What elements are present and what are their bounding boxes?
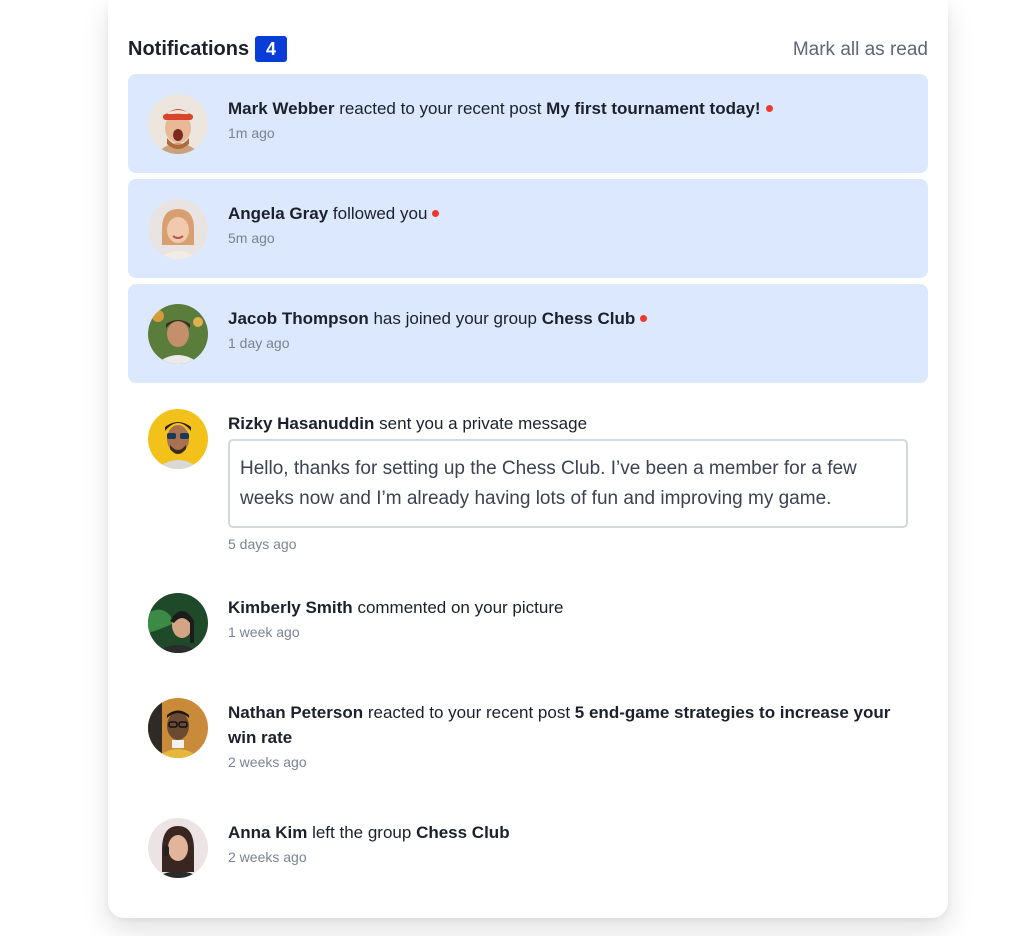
user-name[interactable]: Rizky Hasanuddin <box>228 414 374 433</box>
group-link[interactable]: Chess Club <box>416 823 510 842</box>
avatar <box>148 593 208 653</box>
avatar <box>148 409 208 469</box>
notification-item[interactable]: Jacob Thompson has joined your group Che… <box>128 284 928 383</box>
user-name[interactable]: Angela Gray <box>228 204 328 223</box>
notification-time: 2 weeks ago <box>228 754 307 770</box>
notification-action: sent you a private message <box>379 414 588 433</box>
notification-action: has joined your group <box>373 309 537 328</box>
notification-text: Rizky Hasanuddin sent you a private mess… <box>228 411 908 436</box>
avatar <box>148 818 208 878</box>
notification-text: Angela Gray followed you <box>228 201 908 226</box>
notification-text: Anna Kim left the group Chess Club <box>228 820 908 845</box>
user-name[interactable]: Jacob Thompson <box>228 309 369 328</box>
notification-text: Nathan Peterson reacted to your recent p… <box>228 700 908 750</box>
notification-action: reacted to your recent post <box>367 703 571 722</box>
notification-action: followed you <box>332 204 428 223</box>
notification-time: 1m ago <box>228 125 275 141</box>
notification-text: Kimberly Smith commented on your picture <box>228 595 908 620</box>
unread-count-badge: 4 <box>255 36 287 62</box>
avatar <box>148 304 208 364</box>
user-name[interactable]: Anna Kim <box>228 823 307 842</box>
notification-text: Jacob Thompson has joined your group Che… <box>228 306 908 331</box>
notification-item[interactable]: Kimberly Smith commented on your picture… <box>128 573 928 672</box>
notification-item[interactable]: Mark Webber reacted to your recent post … <box>128 74 928 173</box>
notification-time: 5m ago <box>228 230 275 246</box>
user-name[interactable]: Mark Webber <box>228 99 334 118</box>
avatar <box>148 199 208 259</box>
user-name[interactable]: Kimberly Smith <box>228 598 353 617</box>
post-link[interactable]: My first tournament today! <box>546 99 760 118</box>
notifications-header: Notifications 4 Mark all as read <box>128 36 928 64</box>
avatar <box>148 94 208 154</box>
notification-action: reacted to your recent post <box>339 99 542 118</box>
unread-dot-icon <box>640 315 648 323</box>
notification-item[interactable]: Rizky Hasanuddin sent you a private mess… <box>128 389 928 559</box>
notification-time: 1 day ago <box>228 335 290 351</box>
notification-text: Mark Webber reacted to your recent post … <box>228 96 908 121</box>
unread-dot-icon <box>432 210 440 218</box>
group-link[interactable]: Chess Club <box>542 309 636 328</box>
unread-dot-icon <box>765 105 773 113</box>
page-title: Notifications <box>128 38 250 60</box>
notification-item[interactable]: Anna Kim left the group Chess Club 2 wee… <box>128 798 928 897</box>
notification-time: 1 week ago <box>228 624 300 640</box>
avatar <box>148 698 208 758</box>
notification-time: 5 days ago <box>228 536 297 552</box>
private-message-preview[interactable]: Hello, thanks for setting up the Chess C… <box>228 439 908 528</box>
notification-action: commented on your picture <box>357 598 564 617</box>
notification-item[interactable]: Nathan Peterson reacted to your recent p… <box>128 678 928 792</box>
mark-all-read-button[interactable]: Mark all as read <box>793 39 928 61</box>
user-name[interactable]: Nathan Peterson <box>228 703 363 722</box>
notification-item[interactable]: Angela Gray followed you 5m ago <box>128 179 928 278</box>
notifications-card: Notifications 4 Mark all as read Mark We… <box>108 0 948 918</box>
notification-action: left the group <box>312 823 412 842</box>
notification-time: 2 weeks ago <box>228 849 307 865</box>
